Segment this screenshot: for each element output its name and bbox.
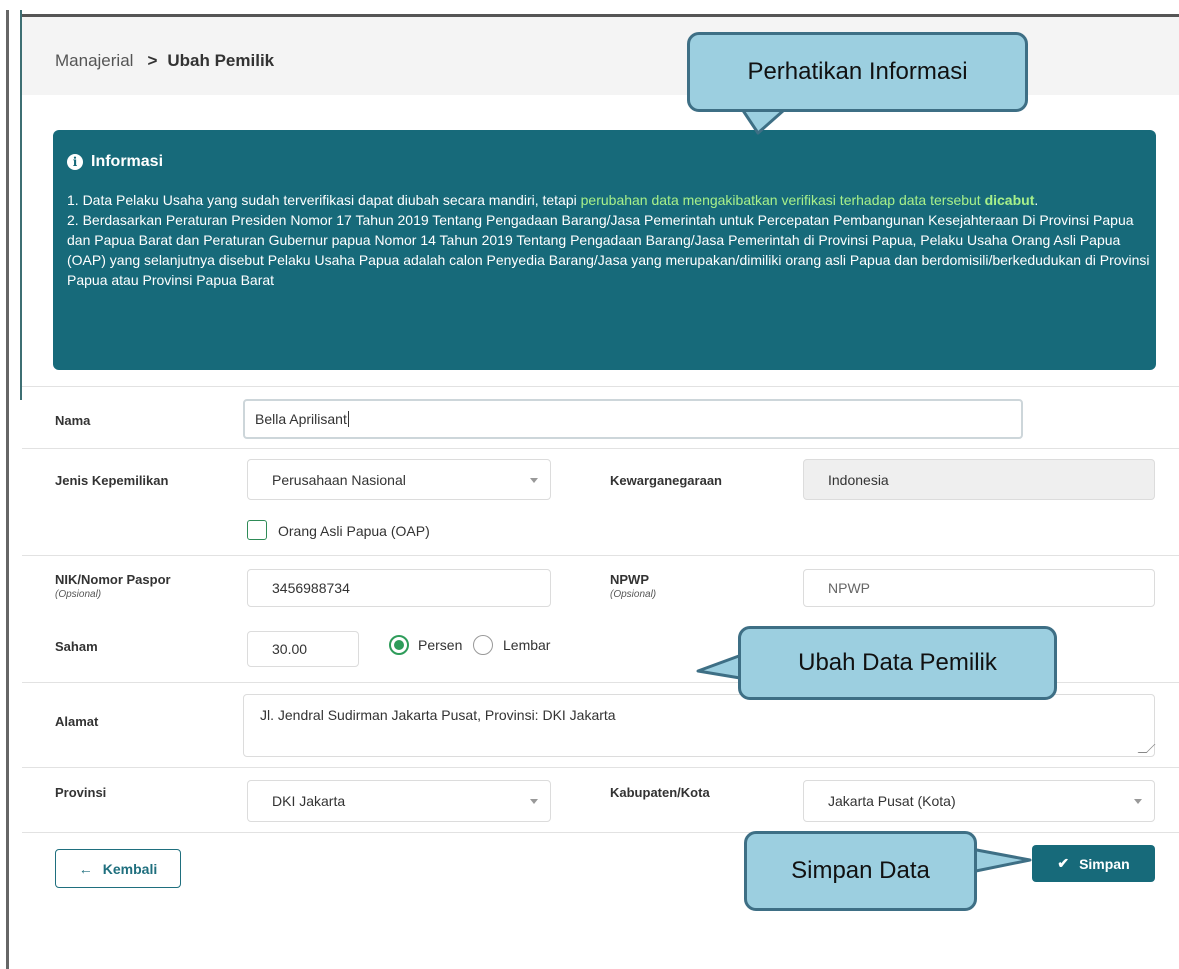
callout-simpan-data: Simpan Data: [744, 831, 977, 911]
callout-perhatikan-informasi: Perhatikan Informasi: [687, 32, 1028, 112]
callout-tails: [696, 101, 1032, 875]
callout-ubah-data-pemilik: Ubah Data Pemilik: [738, 626, 1057, 700]
